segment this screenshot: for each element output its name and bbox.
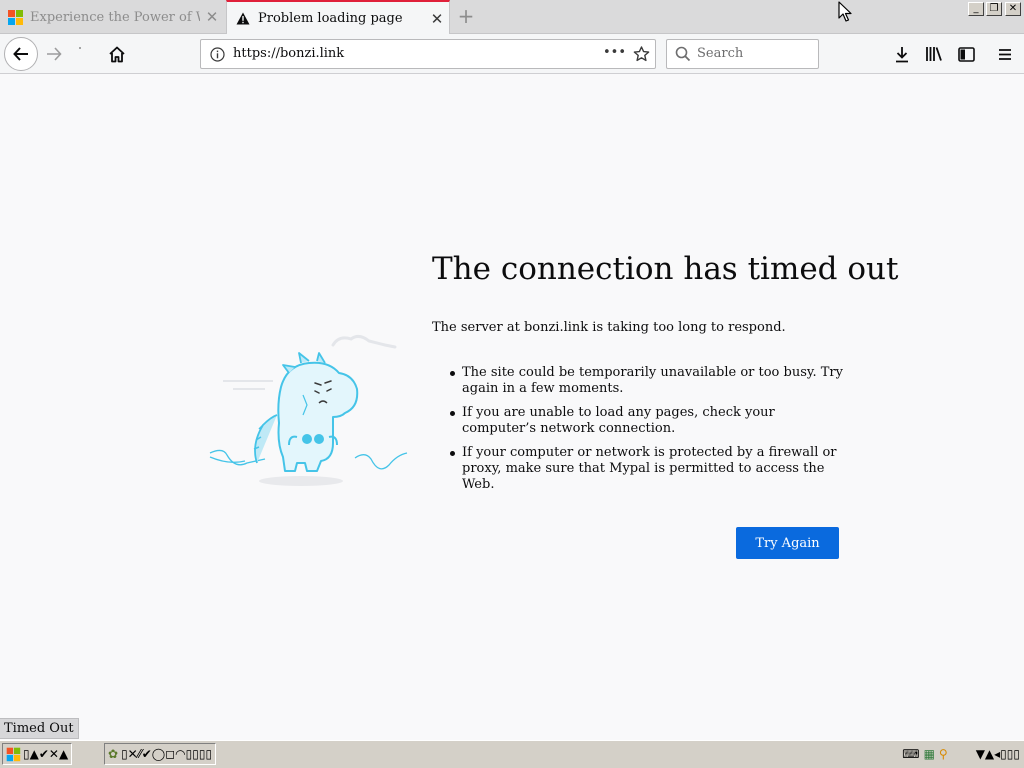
chameleon-icon[interactable]: ✿ xyxy=(108,747,118,761)
taskbar-icons[interactable]: ▯▲✔✕▲ xyxy=(23,747,68,761)
download-icon xyxy=(896,46,908,62)
new-tab-button[interactable]: + xyxy=(456,4,476,28)
menu-button[interactable] xyxy=(993,42,1017,66)
close-window-button[interactable]: ✕ xyxy=(1005,2,1021,16)
list-item: If you are unable to load any pages, che… xyxy=(446,405,846,437)
taskbar: ▯▲✔✕▲ ✿ ▯✕⁄⁄✔◯◻◠▯▯▯▯ ⌨ ▦ ⚲ ▼▲◂▯▯▯ xyxy=(0,740,1024,768)
reload-button[interactable] xyxy=(74,42,86,54)
status-text: Timed Out xyxy=(0,718,79,739)
forward-button[interactable] xyxy=(42,42,66,66)
tab-problem-loading[interactable]: Problem loading page ✕ xyxy=(226,0,450,35)
magnifier-icon[interactable]: ⚲ xyxy=(939,747,948,761)
error-suggestions-list: The site could be temporarily unavailabl… xyxy=(446,365,846,501)
search-bar[interactable]: Search xyxy=(666,39,819,69)
taskbar-group-middle[interactable]: ✿ ▯✕⁄⁄✔◯◻◠▯▯▯▯ xyxy=(104,743,217,765)
navigation-toolbar: https://bonzi.link ••• Search xyxy=(0,34,1024,74)
hamburger-menu-icon xyxy=(999,48,1011,60)
minimize-button[interactable]: _ xyxy=(968,2,984,16)
close-icon[interactable]: ✕ xyxy=(425,10,449,28)
network-icon[interactable]: ▦ xyxy=(924,747,935,761)
url-text[interactable]: https://bonzi.link xyxy=(233,46,344,61)
sidebar-button[interactable] xyxy=(954,42,978,66)
list-item: If your computer or network is protected… xyxy=(446,445,846,493)
close-icon[interactable]: ✕ xyxy=(200,8,224,26)
url-bar[interactable]: https://bonzi.link ••• xyxy=(200,39,656,69)
taskbar-group-left[interactable]: ▯▲✔✕▲ xyxy=(2,743,73,765)
error-title: The connection has timed out xyxy=(432,251,899,287)
bookmark-star-icon[interactable] xyxy=(633,46,650,62)
tab-title: Experience the Power of Wi xyxy=(30,9,200,25)
error-description: The server at bonzi.link is taking too l… xyxy=(432,320,786,335)
taskbar-icons[interactable]: ▯✕⁄⁄✔◯◻◠▯▯▯▯ xyxy=(121,747,212,761)
tab-title: Problem loading page xyxy=(258,11,403,26)
tray-icons[interactable]: ▼▲◂▯▯▯ xyxy=(976,747,1020,761)
mouse-cursor-icon xyxy=(838,1,852,22)
home-button[interactable] xyxy=(105,42,129,66)
info-icon[interactable] xyxy=(210,47,225,62)
keyboard-icon[interactable]: ⌨ xyxy=(902,747,919,761)
microsoft-logo-icon xyxy=(8,10,23,25)
search-input[interactable]: Search xyxy=(697,46,743,61)
library-button[interactable] xyxy=(922,42,946,66)
sidebar-icon xyxy=(957,46,975,62)
reload-icon xyxy=(79,47,81,49)
library-icon xyxy=(926,47,942,61)
forward-arrow-icon xyxy=(47,47,62,61)
search-icon xyxy=(675,46,691,62)
warning-icon xyxy=(236,12,250,25)
tab-experience[interactable]: Experience the Power of Wi ✕ xyxy=(0,0,224,34)
back-button[interactable] xyxy=(4,37,38,71)
downloads-button[interactable] xyxy=(890,42,914,66)
list-item: The site could be temporarily unavailabl… xyxy=(446,365,846,397)
back-arrow-icon xyxy=(13,47,28,61)
home-icon xyxy=(109,46,125,62)
tab-strip: Experience the Power of Wi ✕ Problem loa… xyxy=(0,0,1024,35)
dinosaur-illustration-icon xyxy=(209,334,408,486)
start-logo-icon[interactable] xyxy=(6,747,21,762)
system-tray: ⌨ ▦ ⚲ ▼▲◂▯▯▯ xyxy=(902,743,1020,765)
restore-button[interactable]: ❐ xyxy=(986,2,1002,16)
try-again-button[interactable]: Try Again xyxy=(736,527,839,559)
browser-window: Experience the Power of Wi ✕ Problem loa… xyxy=(0,0,1024,768)
page-content: The connection has timed out The server … xyxy=(0,75,1024,740)
page-actions-icon[interactable]: ••• xyxy=(603,45,626,60)
